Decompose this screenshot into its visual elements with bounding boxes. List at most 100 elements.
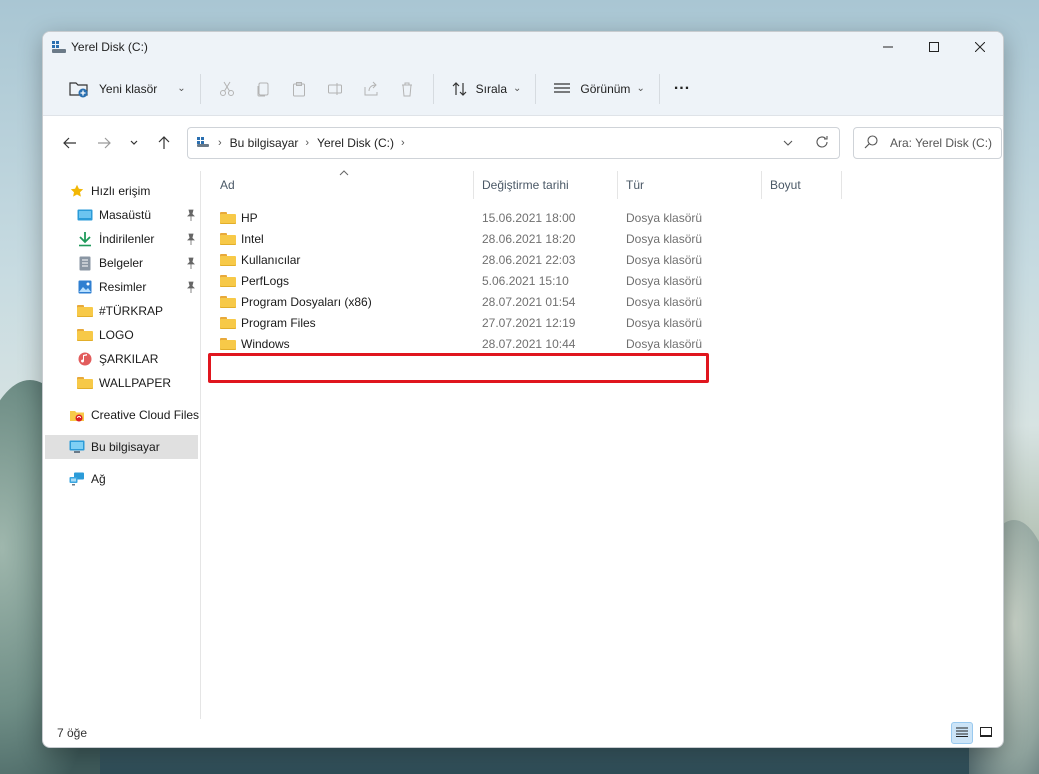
column-header-modified[interactable]: Değiştirme tarihi [474,171,618,199]
view-button[interactable]: Görünüm ⌄ [544,71,650,107]
column-header-type[interactable]: Tür [618,171,762,199]
sidebar-item-wallpaper[interactable]: WALLPAPER [43,371,200,395]
more-options-button[interactable]: ... [668,71,696,107]
address-bar[interactable]: › Bu bilgisayar › Yerel Disk (C:) › [187,127,840,159]
search-icon [864,134,878,152]
network-icon [69,471,85,487]
delete-icon[interactable] [395,77,419,101]
up-button[interactable] [147,128,181,158]
details-view-button[interactable] [951,722,973,744]
folder-icon [220,316,236,329]
sidebar-item-label: Resimler [99,280,147,294]
column-header-name[interactable]: Ad [202,171,474,199]
pin-icon[interactable] [186,257,196,269]
file-type: Dosya klasörü [626,252,703,267]
sidebar-item-creative-cloud[interactable]: Creative Cloud Files [43,403,200,427]
share-icon[interactable] [359,77,383,101]
pin-icon[interactable] [186,209,196,221]
content-area: Hızlı erişim Masaüstü İndirilenler Belge… [43,170,1003,747]
address-history-button[interactable] [771,128,805,158]
file-type: Dosya klasörü [626,294,703,309]
file-row[interactable]: Program Files 27.07.2021 12:19 Dosya kla… [202,312,1003,333]
computer-icon [69,439,85,455]
title-bar[interactable]: Yerel Disk (C:) [43,32,1003,62]
sidebar-item-label: Hızlı erişim [91,184,151,198]
forward-button[interactable] [87,128,121,158]
pictures-icon [77,279,93,295]
sidebar-item-documents[interactable]: Belgeler [43,251,200,275]
sort-button[interactable]: Sırala ⌄ [442,71,528,107]
sidebar-item-quick-access[interactable]: Hızlı erişim [43,179,200,203]
pin-icon[interactable] [186,233,196,245]
folder-icon [220,211,236,224]
large-icons-view-button[interactable] [975,722,997,744]
rename-icon[interactable] [323,77,347,101]
close-button[interactable] [957,32,1003,62]
file-row[interactable]: Intel 28.06.2021 18:20 Dosya klasörü [202,228,1003,249]
sidebar-item-turkrap[interactable]: #TÜRKRAP [43,299,200,323]
breadcrumb-this-pc[interactable]: Bu bilgisayar [230,136,299,150]
chevron-right-icon: › [400,137,405,149]
chevron-down-icon: ⌄ [636,83,645,94]
chevron-right-icon: › [305,137,310,149]
sidebar-item-pictures[interactable]: Resimler [43,275,200,299]
sidebar-item-downloads[interactable]: İndirilenler [43,227,200,251]
file-modified: 28.07.2021 01:54 [482,294,576,309]
refresh-button[interactable] [805,128,839,158]
file-row[interactable]: PerfLogs 5.06.2021 15:10 Dosya klasörü [202,270,1003,291]
sidebar-item-label: WALLPAPER [99,376,172,390]
file-name: HP [241,210,258,225]
music-icon [77,351,93,367]
sidebar-item-label: Ağ [91,472,106,486]
view-icon [550,77,574,101]
breadcrumb-local-disk[interactable]: Yerel Disk (C:) [317,136,394,150]
drive-icon [51,40,67,54]
chevron-down-icon: ⌄ [513,83,522,94]
copy-icon[interactable] [251,77,275,101]
minimize-button[interactable] [865,32,911,62]
creative-cloud-icon [69,407,85,423]
recent-locations-button[interactable] [121,128,147,158]
highlight-box [208,353,709,383]
search-input[interactable] [890,136,1000,150]
chevron-right-icon: › [218,137,222,149]
folder-icon [220,295,236,308]
refresh-icon [815,135,829,152]
sidebar-item-network[interactable]: Ağ [43,467,200,491]
sidebar-item-label: ŞARKILAR [99,352,159,366]
new-folder-label: Yeni klasör [99,81,158,96]
new-folder-button[interactable]: Yeni klasör ⌄ [61,71,192,107]
back-button[interactable] [53,128,87,158]
search-box[interactable] [853,127,1002,159]
window-title: Yerel Disk (C:) [71,40,148,54]
file-row[interactable]: Windows 28.07.2021 10:44 Dosya klasörü [202,333,1003,354]
cut-icon[interactable] [215,77,239,101]
sidebar-item-logo[interactable]: LOGO [43,323,200,347]
paste-icon[interactable] [287,77,311,101]
file-type: Dosya klasörü [626,273,703,288]
maximize-button[interactable] [911,32,957,62]
sort-label: Sırala [475,81,508,96]
file-name: Kullanıcılar [241,252,301,267]
item-count: 7 öğe [57,726,88,740]
sidebar-item-desktop[interactable]: Masaüstü [43,203,200,227]
file-row[interactable]: Program Dosyaları (x86) 28.07.2021 01:54… [202,291,1003,312]
column-header-size[interactable]: Boyut [762,171,842,199]
desktop-icon [77,207,93,223]
file-modified: 27.07.2021 12:19 [482,315,576,330]
toolbar-divider [199,73,201,104]
file-modified: 28.06.2021 22:03 [482,252,576,267]
sort-icon [448,77,472,101]
navigation-pane: Hızlı erişim Masaüstü İndirilenler Belge… [43,171,201,719]
file-modified: 15.06.2021 18:00 [482,210,576,225]
sidebar-item-this-pc[interactable]: Bu bilgisayar [45,435,198,459]
file-row[interactable]: Kullanıcılar 28.06.2021 22:03 Dosya klas… [202,249,1003,270]
address-row: › Bu bilgisayar › Yerel Disk (C:) › [43,116,1003,170]
large-icons-view-icon [980,726,992,740]
file-row[interactable]: HP 15.06.2021 18:00 Dosya klasörü [202,207,1003,228]
file-type: Dosya klasörü [626,315,703,330]
more-label: ... [673,75,691,93]
pin-icon[interactable] [186,281,196,293]
toolbar-divider [432,73,434,104]
sidebar-item-sarkilar[interactable]: ŞARKILAR [43,347,200,371]
